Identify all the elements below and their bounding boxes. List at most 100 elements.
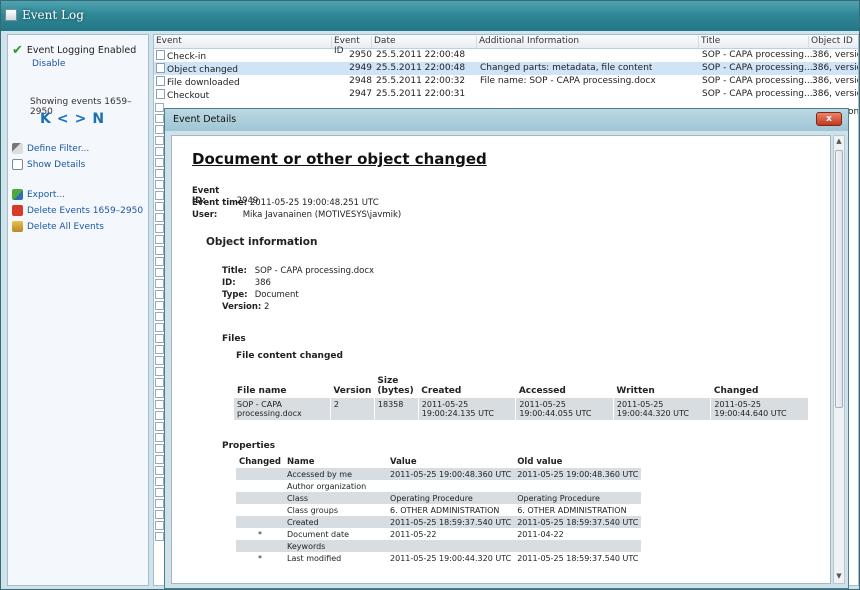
files-table: File name Version Size (bytes) Created A… xyxy=(234,374,809,420)
user-label: User: xyxy=(192,210,218,220)
property-name-cell: Accessed by me xyxy=(284,468,388,480)
event-cell-title: SOP - CAPA processing.... xyxy=(702,76,816,86)
property-value-cell: 2011-05-25 18:59:37.540 UTC xyxy=(387,516,515,528)
show-details-action[interactable]: Show Details xyxy=(12,159,85,170)
property-value-cell: 6. OTHER ADMINISTRATION xyxy=(390,505,500,515)
delete-all-action[interactable]: Delete All Events xyxy=(12,221,104,232)
property-old-cell: 6. OTHER ADMINISTRATION xyxy=(517,505,627,515)
col-object-id[interactable]: Object ID xyxy=(809,36,858,48)
row-document-icon xyxy=(155,444,164,453)
dialog-body: Document or other object changed Event I… xyxy=(171,135,831,584)
col-event[interactable]: Event xyxy=(154,36,332,48)
dialog-scrollbar[interactable]: ▲ ▼ xyxy=(833,135,845,584)
first-page-button[interactable]: K xyxy=(40,111,51,127)
row-document-icon xyxy=(155,521,164,530)
row-document-icon xyxy=(155,323,164,332)
delete-range-icon xyxy=(12,205,23,216)
event-name: Check-in xyxy=(167,52,207,62)
property-value-cell: 2011-05-22 xyxy=(390,529,437,539)
title-bar: Event Log xyxy=(5,4,84,26)
event-cell-id: 2948 xyxy=(349,76,372,86)
event-row[interactable]: File downloaded 2948 25.5.2011 22:00:32 Fil… xyxy=(154,75,858,88)
close-button[interactable]: x xyxy=(816,112,842,126)
files-heading: Files xyxy=(222,334,246,344)
property-name-cell: Author organization xyxy=(287,481,367,491)
delete-all-icon xyxy=(12,221,23,232)
col-event-id[interactable]: Event ID xyxy=(332,36,372,56)
props-table-body: Accessed by me 2011-05-25 19:00:48.360 UT… xyxy=(236,468,642,564)
user-value: Mika Javanainen (MOTIVESYS\javmik) xyxy=(242,210,402,220)
define-filter-action[interactable]: Define Filter... xyxy=(12,143,89,154)
delete-range-label[interactable]: Delete Events 1659–2950 xyxy=(27,206,143,216)
row-document-icon xyxy=(155,422,164,431)
next-page-button[interactable]: > xyxy=(75,111,87,127)
define-filter-label[interactable]: Define Filter... xyxy=(27,144,89,154)
event-row[interactable]: Object changed 2949 25.5.2011 22:00:48 Chan… xyxy=(154,62,858,75)
props-table-header: Changed Name Value Old value xyxy=(236,456,641,468)
prev-page-button[interactable]: < xyxy=(57,111,69,127)
row-document-icon xyxy=(155,202,164,211)
export-action[interactable]: Export... xyxy=(12,189,65,200)
event-cell-obj: 386, version xyxy=(812,76,858,86)
property-row: Accessed by me 2011-05-25 19:00:48.360 UT… xyxy=(236,468,642,480)
row-document-icon xyxy=(155,411,164,420)
scroll-down-icon[interactable]: ▼ xyxy=(835,572,843,582)
delete-range-action[interactable]: Delete Events 1659–2950 xyxy=(12,205,143,216)
export-icon xyxy=(12,189,23,200)
document-icon xyxy=(156,76,165,86)
event-log-window: Event Log ✔ Event Logging Enabled Disabl… xyxy=(0,0,860,590)
property-name-cell: Class groups xyxy=(287,505,339,515)
scroll-up-icon[interactable]: ▲ xyxy=(835,137,843,147)
col-additional-info[interactable]: Additional Information xyxy=(477,36,699,48)
file-content-changed-heading: File content changed xyxy=(236,351,343,361)
property-value-cell: Operating Procedure xyxy=(387,492,515,504)
left-panel: ✔ Event Logging Enabled Disable Showing … xyxy=(7,34,149,586)
event-cell-obj: 386, version xyxy=(812,50,858,60)
last-page-button[interactable]: N xyxy=(92,111,104,127)
export-label[interactable]: Export... xyxy=(27,190,65,200)
disable-link[interactable]: Disable xyxy=(32,59,65,69)
event-time-label: Event time: xyxy=(192,198,248,208)
property-changed-cell xyxy=(236,540,285,552)
row-document-icon xyxy=(155,488,164,497)
files-col-name: File name xyxy=(237,386,287,396)
file-name-cell: SOP - CAPA processing.docx xyxy=(234,398,331,420)
delete-all-label[interactable]: Delete All Events xyxy=(27,222,104,232)
col-date[interactable]: Date xyxy=(372,36,477,48)
row-document-icon xyxy=(155,532,164,541)
document-icon xyxy=(156,63,165,73)
row-document-icon xyxy=(155,356,164,365)
row-document-icon xyxy=(155,433,164,442)
property-changed-cell: * xyxy=(258,553,262,563)
files-col-version: Version xyxy=(333,386,372,396)
scrollbar-thumb[interactable] xyxy=(835,150,843,408)
row-document-icon xyxy=(155,136,164,145)
event-name: File downloaded xyxy=(167,78,240,88)
row-document-icon xyxy=(155,125,164,134)
row-document-icon xyxy=(155,389,164,398)
file-version-cell: 2 xyxy=(330,398,375,420)
property-old-cell xyxy=(514,540,642,552)
property-row: * Document date 2011-05-22 2011-04-22 xyxy=(236,528,641,540)
row-document-icon xyxy=(155,224,164,233)
row-document-icon xyxy=(155,367,164,376)
event-cell-date: 25.5.2011 22:00:31 xyxy=(376,89,466,99)
property-row: Created 2011-05-25 18:59:37.540 UTC 2011-0… xyxy=(236,516,642,528)
event-row[interactable]: Checkout 2947 25.5.2011 22:00:31 SOP - CAPA… xyxy=(154,88,858,101)
pagination-nav: K < > N xyxy=(40,111,104,127)
document-icon xyxy=(156,50,165,60)
col-title[interactable]: Title xyxy=(699,36,809,48)
property-row: Class groups 6. OTHER ADMINISTRATION 6. OT… xyxy=(236,504,641,516)
event-cell-date: 25.5.2011 22:00:48 xyxy=(376,63,466,73)
property-old-cell: Operating Procedure xyxy=(514,492,642,504)
event-row[interactable]: Check-in 2950 25.5.2011 22:00:48 SOP - CAPA… xyxy=(154,49,858,62)
object-type-row: Type: Document xyxy=(222,290,299,300)
logging-status-label: Event Logging Enabled xyxy=(26,45,137,56)
event-cell-event: Object changed xyxy=(156,63,238,75)
property-changed-cell xyxy=(236,516,285,528)
show-details-label[interactable]: Show Details xyxy=(27,160,85,170)
row-document-icon xyxy=(155,169,164,178)
row-document-icon xyxy=(155,279,164,288)
file-written-cell: 2011-05-25 19:00:44.320 UTC xyxy=(613,398,712,420)
property-row: Class Operating Procedure Operating Proced… xyxy=(236,492,642,504)
